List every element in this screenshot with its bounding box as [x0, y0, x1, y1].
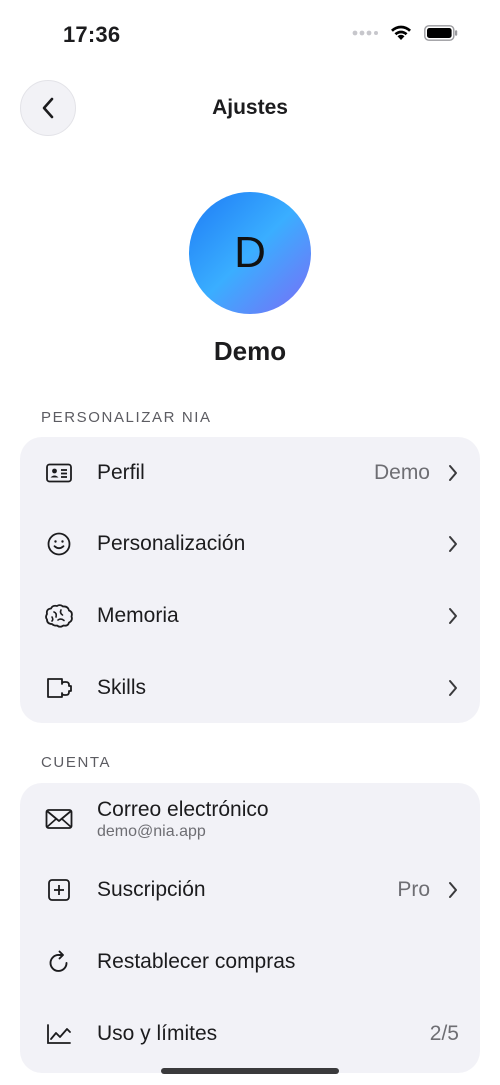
section-header-personalize: PERSONALIZAR NIA	[41, 409, 212, 426]
status-icons	[352, 24, 458, 41]
brain-icon	[44, 601, 74, 631]
settings-row-memory[interactable]: Memoria	[20, 596, 480, 636]
settings-row-label: Uso y límites	[97, 1022, 218, 1045]
settings-row-label: Memoria	[97, 604, 179, 627]
chevron-right-icon	[446, 880, 460, 900]
settings-row-value: 2/5	[429, 1022, 459, 1045]
settings-row-profile[interactable]: Perfil Demo	[20, 453, 480, 493]
cellular-signal-icon	[352, 30, 378, 35]
settings-row-label: Personalización	[97, 532, 246, 555]
envelope-icon	[44, 804, 74, 834]
smiley-icon	[44, 529, 74, 559]
personalize-card: Perfil Demo Personalización Memoria Skil…	[20, 437, 480, 723]
refresh-icon	[44, 947, 74, 977]
settings-row-value: Demo	[373, 461, 430, 484]
page-title: Ajustes	[212, 96, 288, 119]
plus-square-icon	[44, 875, 74, 905]
settings-row-label: Correo electrónico	[97, 798, 269, 821]
home-indicator[interactable]	[161, 1068, 339, 1074]
settings-screen: 17:36 Ajustes D Demo PERSONALIZAR NIA Pe…	[0, 0, 500, 1085]
settings-row-skills[interactable]: Skills	[20, 668, 480, 708]
wifi-icon	[391, 25, 411, 40]
settings-row-email[interactable]: Correo electrónico demo@nia.app	[20, 798, 480, 840]
settings-row-value: Pro	[397, 878, 430, 901]
battery-icon	[424, 24, 458, 41]
settings-row-label: Perfil	[97, 461, 145, 484]
settings-row-label: Restablecer compras	[97, 950, 296, 973]
chevron-right-icon	[446, 678, 460, 698]
profile-name: Demo	[213, 336, 287, 366]
avatar-initial: D	[234, 228, 266, 277]
settings-row-personalization[interactable]: Personalización	[20, 524, 480, 564]
settings-row-restore-purchases[interactable]: Restablecer compras	[20, 942, 480, 982]
chevron-right-icon	[446, 534, 460, 554]
chevron-right-icon	[446, 463, 460, 483]
section-header-account: CUENTA	[41, 754, 112, 771]
settings-row-subscription[interactable]: Suscripción Pro	[20, 870, 480, 910]
settings-row-label: Skills	[97, 676, 147, 699]
id-card-icon	[44, 458, 74, 488]
account-card: Correo electrónico demo@nia.app Suscripc…	[20, 783, 480, 1073]
status-time: 17:36	[63, 22, 121, 47]
puzzle-icon	[44, 673, 74, 703]
settings-row-usage-limits[interactable]: Uso y límites 2/5	[20, 1014, 480, 1054]
chevron-right-icon	[446, 606, 460, 626]
settings-row-label: Suscripción	[97, 878, 206, 901]
avatar[interactable]: D	[189, 192, 311, 314]
chart-line-icon	[44, 1019, 74, 1049]
email-address: demo@nia.app	[97, 823, 206, 840]
